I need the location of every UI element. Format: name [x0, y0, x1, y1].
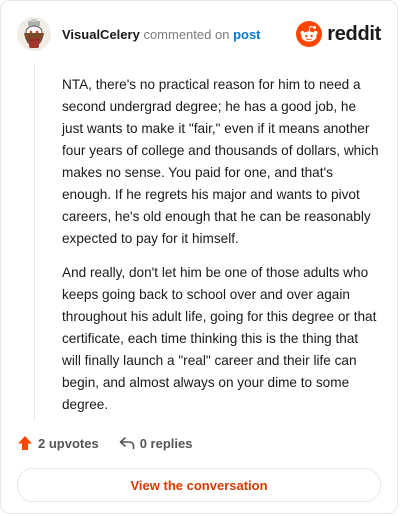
upvote-count: 2 upvotes	[38, 435, 99, 451]
reply-arrow-icon	[119, 437, 134, 450]
post-link[interactable]: post	[233, 27, 260, 42]
comment-actions: 2 upvotes 0 replies	[17, 432, 192, 454]
comment-header: VisualCelery commented on post reddit	[17, 17, 381, 51]
comment-paragraph: And really, don't let him be one of thos…	[62, 265, 377, 412]
upvote-button[interactable]: 2 upvotes	[17, 435, 99, 451]
comment-body: NTA, there's no practical reason for him…	[62, 74, 380, 428]
action-text: commented on	[143, 27, 230, 42]
snoo-avatar-icon	[17, 17, 51, 51]
thread-line	[34, 63, 35, 421]
reply-count: 0 replies	[139, 435, 193, 451]
comment-meta: VisualCelery commented on post	[62, 27, 261, 43]
comment-paragraph: NTA, there's no practical reason for him…	[62, 77, 379, 246]
reddit-logo[interactable]: reddit	[296, 20, 381, 48]
upvote-arrow-icon	[18, 436, 32, 450]
avatar[interactable]	[17, 17, 51, 51]
view-conversation-button[interactable]: View the conversation	[17, 468, 381, 502]
username[interactable]: VisualCelery	[62, 27, 140, 42]
reply-button[interactable]: 0 replies	[119, 435, 193, 451]
comment-card: VisualCelery commented on post reddit NT…	[0, 0, 398, 514]
reddit-wordmark: reddit	[327, 22, 381, 45]
reddit-logo-icon	[296, 21, 323, 47]
